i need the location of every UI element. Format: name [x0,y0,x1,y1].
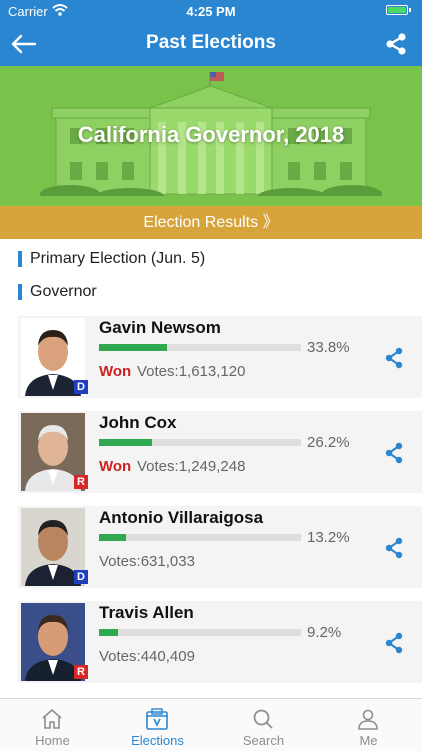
candidate-name: Travis Allen [99,603,194,622]
share-icon[interactable] [384,347,404,369]
vote-percent: 33.8% [307,339,350,356]
page-title: Past Elections [146,32,276,53]
vote-percent: 13.2% [307,529,350,546]
vote-count: Votes:1,249,248 [137,458,246,475]
status-bar: Carrier 4:25 PM [0,0,422,22]
party-badge: R [74,665,88,679]
party-badge: R [74,475,88,489]
section-election-label: Primary Election (Jun. 5) [30,250,206,267]
tab-search-label: Search [242,733,285,748]
share-icon[interactable] [384,632,404,654]
election-banner: California Governor, 2018 [0,66,422,206]
candidate-card[interactable]: R John Cox 26.2% Won Votes:1,249,248 [18,411,422,493]
share-icon[interactable] [384,442,404,464]
tab-search[interactable]: Search [211,699,316,751]
nav-bar: Past Elections [0,22,422,66]
party-badge: D [74,570,88,584]
candidate-name: Antonio Villaraigosa [99,508,264,527]
tab-home[interactable]: Home [0,699,105,751]
home-icon [42,709,62,729]
share-icon[interactable] [384,32,408,56]
vote-count: Votes:1,613,120 [137,363,246,380]
tab-elections-label: Elections [131,733,184,748]
battery-icon [386,5,411,15]
clock: 4:25 PM [186,4,236,19]
vote-share-fill [99,439,152,446]
candidate-card[interactable]: D Antonio Villaraigosa 13.2% Votes:631,0… [18,506,422,588]
vote-share-bar [99,534,301,541]
election-results-button[interactable]: Election Results 》 [0,206,422,239]
search-icon [253,709,273,729]
tab-bar: Home Elections Search Me [0,698,422,751]
section-office: Governor [18,282,97,302]
tab-elections[interactable]: Elections [105,699,210,751]
vote-count: Votes:440,409 [99,648,195,665]
vote-share-fill [99,344,168,351]
section-marker [18,251,22,267]
vote-percent: 26.2% [307,434,350,451]
vote-count: Votes:631,033 [99,553,195,570]
section-marker [18,284,22,300]
party-badge: D [74,380,88,394]
candidate-card[interactable]: D Gavin Newsom 33.8% Won Votes:1,613,120 [18,316,422,398]
candidate-card[interactable]: R Travis Allen 9.2% Votes:440,409 [18,601,422,683]
vote-share-fill [99,629,118,636]
candidate-name: John Cox [99,413,177,432]
vote-share-bar [99,344,301,351]
vote-share-bar [99,629,301,636]
share-icon[interactable] [384,537,404,559]
section-office-label: Governor [30,283,97,300]
section-election: Primary Election (Jun. 5) [18,249,205,269]
candidate-name: Gavin Newsom [99,318,221,337]
tab-home-label: Home [35,733,70,748]
banner-title: California Governor, 2018 [77,122,345,147]
vote-share-bar [99,439,301,446]
vote-share-fill [99,534,126,541]
tab-me-label: Me [359,733,378,748]
won-label: Won [99,363,132,380]
won-label: Won [99,458,132,475]
tab-me[interactable]: Me [316,699,421,751]
person-icon [358,709,378,730]
ballot-box-icon [146,708,168,730]
vote-percent: 9.2% [307,624,342,641]
